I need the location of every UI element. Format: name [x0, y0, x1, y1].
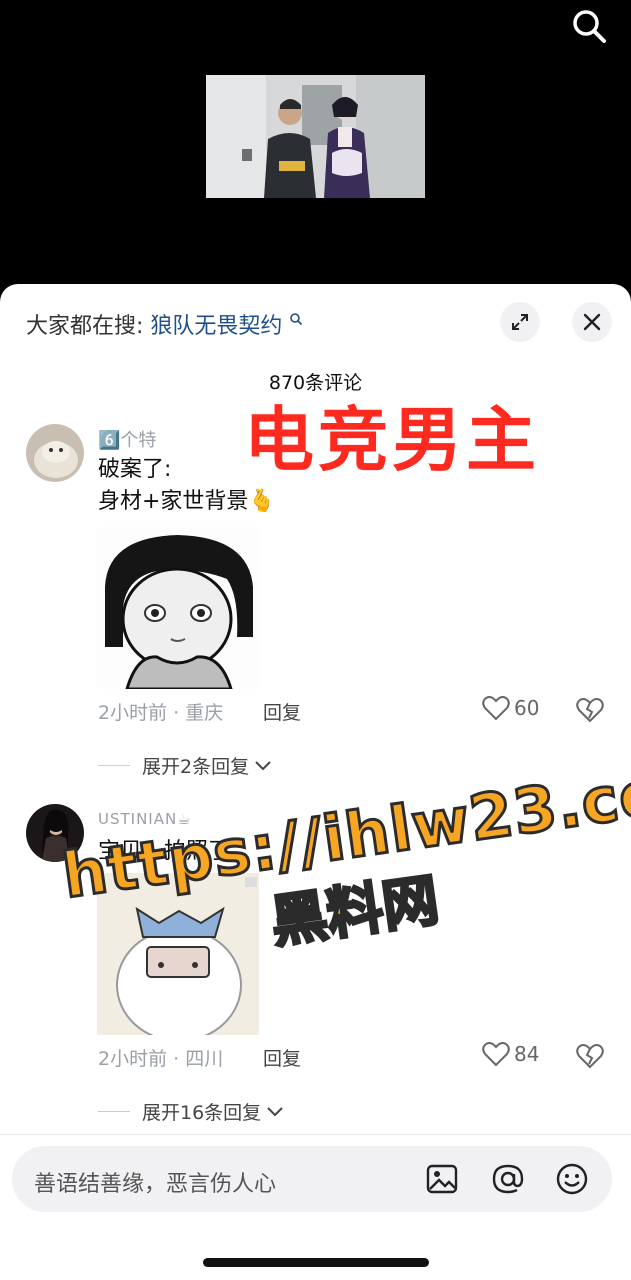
trending-search-keyword[interactable]: 狼队无畏契约	[150, 314, 282, 339]
divider-line	[98, 765, 130, 766]
chevron-down-icon	[255, 760, 271, 770]
heart-icon	[482, 696, 510, 721]
comment-image[interactable]	[97, 873, 259, 1035]
reply-button[interactable]: 回复	[263, 1044, 301, 1071]
like-count: 84	[514, 1042, 540, 1066]
comment-image[interactable]	[97, 527, 259, 689]
comment-input-placeholder[interactable]: 善语结善缘，恶言伤人心	[34, 1166, 276, 1198]
avatar[interactable]	[26, 804, 84, 862]
overlay-title: 电竞男主	[244, 399, 540, 481]
video-area[interactable]	[0, 0, 631, 300]
watermark-name: 黑料网	[266, 867, 444, 958]
comment-meta: 2小时前 · 重庆	[98, 702, 224, 724]
trending-search-prefix: 大家都在搜:	[26, 314, 144, 339]
expand-button[interactable]	[500, 302, 540, 342]
expand-replies-button[interactable]: 展开2条回复	[98, 752, 273, 779]
emoji-icon[interactable]	[554, 1161, 590, 1197]
expand-replies-label: 展开2条回复	[142, 756, 250, 778]
search-small-icon	[290, 313, 303, 326]
divider-line	[98, 1111, 130, 1112]
expand-replies-button[interactable]: 展开16条回复	[98, 1098, 285, 1125]
comment-username[interactable]: 6️⃣个特	[98, 426, 156, 452]
search-icon[interactable]	[571, 8, 607, 44]
input-divider	[0, 1134, 631, 1135]
reply-button[interactable]: 回复	[263, 698, 301, 725]
comment-text: 破案了:	[98, 457, 172, 482]
comment-username[interactable]: USTINIAN☕	[98, 810, 192, 828]
broken-heart-icon[interactable]	[576, 1042, 604, 1070]
home-indicator[interactable]	[203, 1258, 429, 1267]
like-count: 60	[514, 696, 540, 720]
video-thumbnail[interactable]	[206, 75, 425, 198]
comment-text: 宝贝～拍照了	[98, 839, 231, 864]
close-button[interactable]	[572, 302, 612, 342]
heart-icon	[482, 1042, 510, 1067]
broken-heart-icon[interactable]	[576, 696, 604, 724]
at-icon[interactable]	[490, 1161, 526, 1197]
expand-replies-label: 展开16条回复	[142, 1102, 262, 1124]
trending-search[interactable]: 大家都在搜: 狼队无畏契约	[26, 308, 303, 340]
chevron-down-icon	[267, 1106, 283, 1116]
image-icon[interactable]	[424, 1161, 460, 1197]
comment-text: 身材+家世背景🫰	[98, 489, 276, 514]
comments-sheet: 大家都在搜: 狼队无畏契约 870条评论 电竞男主 6️⃣个特 破案了: 身材+…	[0, 284, 631, 1280]
expand-icon	[512, 314, 528, 330]
like-button[interactable]: 60	[482, 695, 539, 721]
avatar[interactable]	[26, 424, 84, 482]
comment-input-bar[interactable]: 善语结善缘，恶言伤人心	[12, 1146, 612, 1212]
like-button[interactable]: 84	[482, 1041, 539, 1067]
close-icon	[583, 313, 601, 331]
comment-meta: 2小时前 · 四川	[98, 1048, 224, 1070]
